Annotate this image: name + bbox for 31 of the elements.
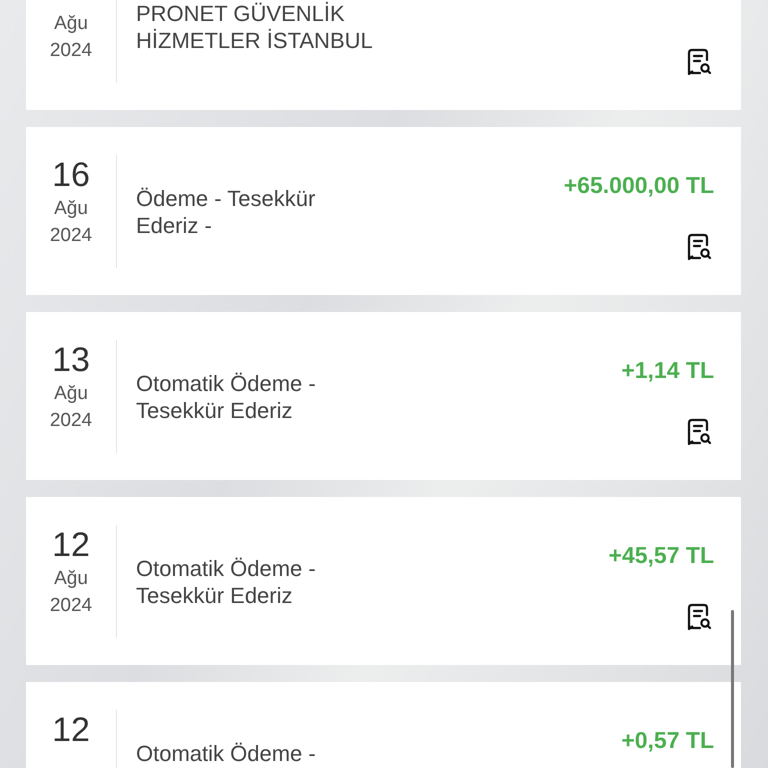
transaction-month: Ağu: [54, 382, 88, 406]
transaction-card[interactable]: Ağu 2024 PRONET GÜVENLİK HİZMETLER İSTANBUL: [26, 0, 741, 110]
transaction-amount: +1,14 TL: [621, 356, 714, 384]
transaction-day: 12: [52, 525, 90, 565]
transaction-description: Otomatik Ödeme - Tesekkür Ederiz: [136, 555, 317, 609]
transaction-day: 16: [52, 155, 90, 195]
receipt-search-icon[interactable]: [686, 418, 712, 446]
transaction-description: Otomatik Ödeme - Tesekkür Ederiz: [136, 370, 317, 424]
transaction-description: Otomatik Ödeme -: [136, 740, 317, 767]
transaction-month: Ağu: [54, 12, 88, 36]
transaction-description: PRONET GÜVENLİK HİZMETLER İSTANBUL: [136, 0, 374, 54]
transaction-day: 13: [52, 340, 90, 380]
transaction-amount: +0,57 TL: [621, 726, 714, 754]
transaction-month: Ağu: [54, 567, 88, 591]
transaction-year: 2024: [50, 409, 92, 433]
transaction-amount: +65.000,00 TL: [564, 171, 714, 199]
receipt-search-icon[interactable]: [686, 233, 712, 261]
transaction-month: Ağu: [54, 197, 88, 221]
transaction-day: 12: [52, 710, 90, 750]
transaction-card[interactable]: 12 Ağu 2024 Otomatik Ödeme - Tesekkür Ederiz +45,57 TL: [26, 497, 741, 665]
receipt-search-icon[interactable]: [686, 603, 712, 631]
transaction-card[interactable]: 16 Ağu 2024 Ödeme - Tesekkür Ederiz - +65.000,00 TL: [26, 127, 741, 295]
transaction-description: Ödeme - Tesekkür Ederiz -: [136, 185, 316, 239]
transaction-amount: +45,57 TL: [608, 541, 714, 569]
transaction-year: 2024: [50, 39, 92, 63]
scroll-bar[interactable]: [731, 610, 734, 768]
transaction-card[interactable]: 13 Ağu 2024 Otomatik Ödeme - Tesekkür Ederiz +1,14 TL: [26, 312, 741, 480]
transaction-year: 2024: [50, 224, 92, 248]
transaction-card[interactable]: 12 Otomatik Ödeme - +0,57 TL: [26, 682, 741, 768]
receipt-search-icon[interactable]: [686, 48, 712, 76]
transaction-year: 2024: [50, 594, 92, 618]
